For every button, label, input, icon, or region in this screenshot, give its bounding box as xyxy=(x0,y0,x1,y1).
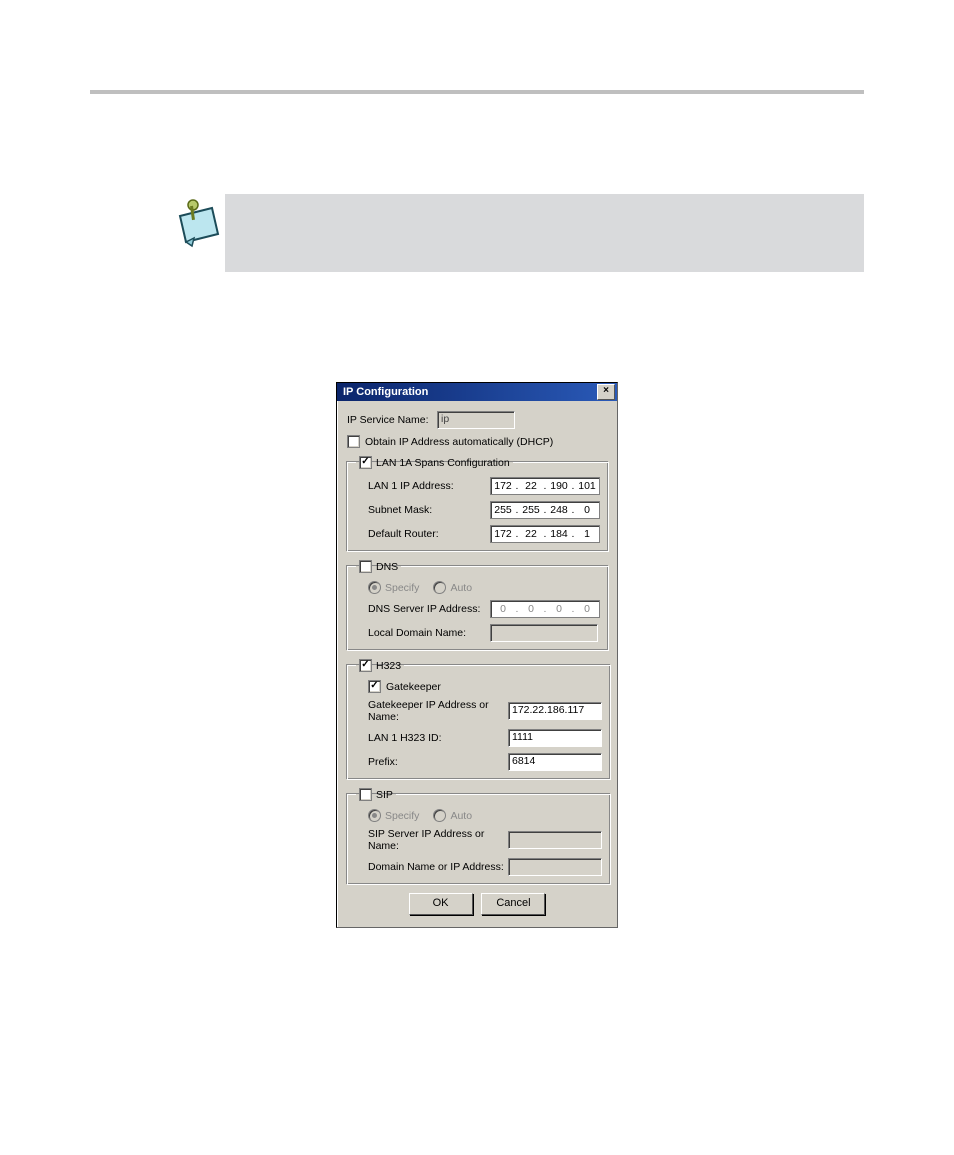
note-pin-icon xyxy=(170,194,225,254)
sip-specify-label: Specify xyxy=(385,810,419,822)
h323-group: H323 Gatekeeper Gatekeeper IP Address or… xyxy=(347,659,611,780)
h323id-input[interactable]: 1111 xyxy=(508,729,602,747)
dns-server-label: DNS Server IP Address: xyxy=(368,603,490,615)
lan-legend: LAN 1A Spans Configuration xyxy=(376,457,510,469)
sip-checkbox[interactable] xyxy=(359,788,372,801)
dns-local-domain-label: Local Domain Name: xyxy=(368,627,490,639)
lan-checkbox[interactable] xyxy=(359,456,372,469)
h323-legend: H323 xyxy=(376,660,401,672)
gatekeeper-checkbox[interactable] xyxy=(368,680,381,693)
h323-checkbox[interactable] xyxy=(359,659,372,672)
ok-button[interactable]: OK xyxy=(409,893,473,915)
dns-legend: DNS xyxy=(376,561,398,573)
dialog-titlebar: IP Configuration × xyxy=(337,383,617,401)
sip-auto-radio xyxy=(433,809,446,822)
router-input[interactable]: 172. 22. 184. 1 xyxy=(490,525,600,543)
h323id-label: LAN 1 H323 ID: xyxy=(368,732,508,744)
page-divider xyxy=(90,90,864,94)
gk-ip-input[interactable]: 172.22.186.117 xyxy=(508,702,602,720)
dns-group: DNS Specify Auto DNS Server IP Address: … xyxy=(347,560,609,651)
subnet-label: Subnet Mask: xyxy=(368,504,490,516)
cancel-button[interactable]: Cancel xyxy=(481,893,545,915)
router-label: Default Router: xyxy=(368,528,490,540)
close-button[interactable]: × xyxy=(597,384,615,400)
dhcp-label: Obtain IP Address automatically (DHCP) xyxy=(365,436,553,448)
prefix-label: Prefix: xyxy=(368,756,508,768)
dns-local-domain-input xyxy=(490,624,598,642)
sip-group: SIP Specify Auto SIP Server IP Address o… xyxy=(347,788,611,885)
ip-configuration-dialog: IP Configuration × IP Service Name: ip O… xyxy=(336,382,618,928)
sip-server-label: SIP Server IP Address or Name: xyxy=(368,828,508,852)
dns-auto-radio xyxy=(433,581,446,594)
sip-server-input xyxy=(508,831,602,849)
lan-ip-input[interactable]: 172. 22. 190. 101 xyxy=(490,477,600,495)
prefix-input[interactable]: 6814 xyxy=(508,753,602,771)
dhcp-checkbox[interactable] xyxy=(347,435,360,448)
dialog-title: IP Configuration xyxy=(343,386,428,398)
subnet-input[interactable]: 255. 255. 248. 0 xyxy=(490,501,600,519)
lan-group: LAN 1A Spans Configuration LAN 1 IP Addr… xyxy=(347,456,609,552)
dns-checkbox[interactable] xyxy=(359,560,372,573)
ip-service-name-input[interactable]: ip xyxy=(437,411,515,429)
dns-auto-label: Auto xyxy=(450,582,472,594)
lan-ip-label: LAN 1 IP Address: xyxy=(368,480,490,492)
gatekeeper-label: Gatekeeper xyxy=(386,681,441,693)
dns-server-input: 0. 0. 0. 0 xyxy=(490,600,600,618)
sip-domain-label: Domain Name or IP Address: xyxy=(368,861,508,873)
sip-auto-label: Auto xyxy=(450,810,472,822)
ip-service-name-label: IP Service Name: xyxy=(347,414,437,426)
sip-specify-radio xyxy=(368,809,381,822)
gk-ip-label: Gatekeeper IP Address or Name: xyxy=(368,699,508,723)
sip-legend: SIP xyxy=(376,789,393,801)
dns-specify-label: Specify xyxy=(385,582,419,594)
note-box xyxy=(225,194,864,272)
note-row xyxy=(170,194,864,272)
sip-domain-input xyxy=(508,858,602,876)
dns-specify-radio xyxy=(368,581,381,594)
